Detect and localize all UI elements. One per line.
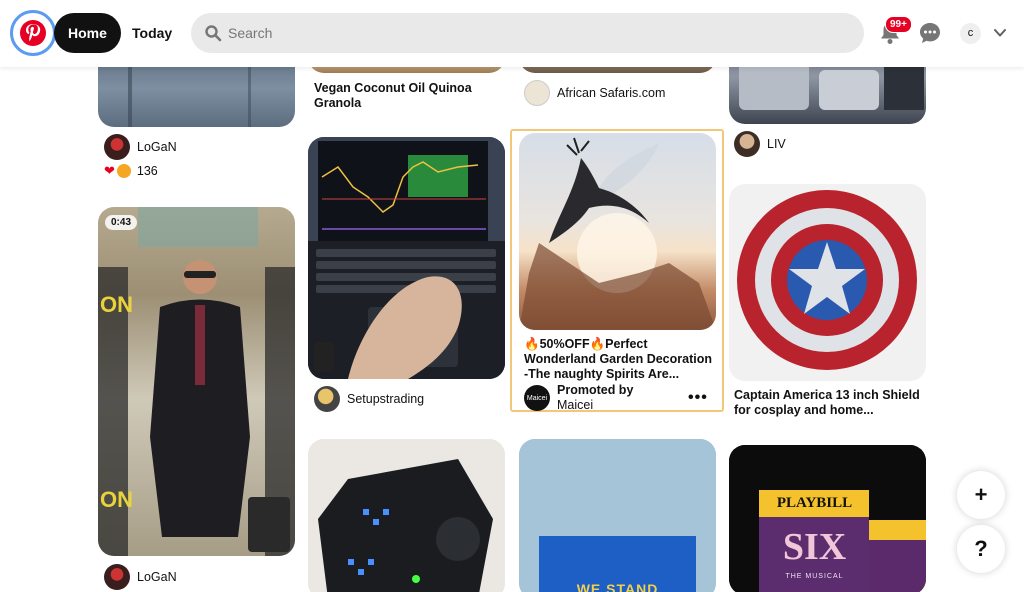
search-bar[interactable] [191, 13, 864, 53]
we-stand-text: WE STAND [576, 581, 659, 592]
help-button[interactable]: ? [957, 525, 1005, 573]
pin-image-we-stand[interactable] [519, 439, 716, 592]
advertiser-logo: Maicei [524, 385, 550, 411]
search-icon [205, 25, 222, 42]
add-button[interactable]: + [957, 471, 1005, 519]
user-avatar-logan [104, 564, 130, 590]
pin-video-comic-con[interactable]: ON ON [98, 207, 295, 556]
playbill-show-text: SIX [782, 526, 847, 568]
pin-user-setupstrading[interactable]: Setupstrading [314, 386, 424, 412]
reaction-count: 136 [136, 164, 158, 178]
playbill-sub-text: THE MUSICAL [785, 573, 844, 580]
user-name: LIV [767, 137, 786, 151]
advertiser-logo-text: Maicei [526, 394, 548, 402]
wow-reaction-icon [116, 164, 131, 178]
promoted-by-maicei[interactable]: Maicei Promoted by Maicei [524, 383, 633, 413]
user-name: African Safaris.com [557, 86, 666, 100]
title-line: Granola [314, 96, 362, 110]
promoted-by-label: Promoted by [557, 383, 634, 397]
user-name: Setupstrading [347, 392, 425, 406]
pinterest-logo-icon[interactable] [10, 10, 56, 56]
pin-image-playbill[interactable] [729, 445, 926, 592]
playbill-brand-text: PLAYBILL [776, 495, 853, 511]
user-avatar-logan [104, 134, 130, 160]
user-avatar-setupstrading [314, 386, 340, 412]
video-duration-badge: 0:43 [105, 215, 138, 230]
pin-image-trading-laptop[interactable] [308, 137, 505, 379]
notification-badge: 99+ [885, 16, 912, 33]
top-nav-bar: Home Today 99+ c [0, 0, 1024, 67]
svg-text:ON: ON [100, 292, 133, 317]
svg-text:ON: ON [100, 487, 133, 512]
nav-home-button[interactable]: Home [54, 13, 121, 53]
user-avatar[interactable]: c [960, 23, 981, 44]
title-line: Wonderland Garden Decoration [524, 352, 712, 366]
pin-user-liv[interactable]: LIV [734, 131, 786, 157]
message-icon[interactable] [918, 21, 942, 45]
title-line: Captain America 13 inch Shield [734, 388, 920, 402]
title-line: -The naughty Spirits Are... [524, 367, 680, 381]
user-avatar-liv [734, 131, 760, 157]
pin-user-logan-bottom[interactable]: LoGaN [104, 564, 177, 590]
pin-image-shield[interactable] [729, 184, 926, 381]
pin-title-fairy: 🔥50%OFF🔥Perfect Wonderland Garden Decora… [524, 337, 714, 382]
user-name: LoGaN [137, 140, 177, 154]
search-input[interactable] [228, 25, 828, 41]
more-options-icon[interactable]: ••• [688, 389, 708, 407]
pin-title-granola: Vegan Coconut Oil Quinoa Granola [314, 81, 504, 111]
title-line: for cosplay and home... [734, 403, 874, 417]
pin-title-shield: Captain America 13 inch Shield for cospl… [734, 388, 924, 418]
pin-image-fairy[interactable] [519, 133, 716, 330]
heart-reaction-icon: ❤ [104, 163, 115, 178]
user-name: LoGaN [137, 570, 177, 584]
nav-today-button[interactable]: Today [120, 13, 184, 53]
title-line: 🔥50%OFF🔥Perfect [524, 337, 648, 351]
pin-reactions: ❤ 136 [104, 163, 158, 179]
pin-image-led-mask[interactable] [308, 439, 505, 592]
pin-user-african-safaris[interactable]: African Safaris.com [524, 80, 665, 106]
chevron-down-icon[interactable] [993, 27, 1007, 39]
title-line: Vegan Coconut Oil Quinoa [314, 81, 472, 95]
advertiser-name: Maicei [557, 398, 594, 412]
pin-user-logan-top[interactable]: LoGaN [104, 134, 177, 160]
user-avatar-african-safaris [524, 80, 550, 106]
